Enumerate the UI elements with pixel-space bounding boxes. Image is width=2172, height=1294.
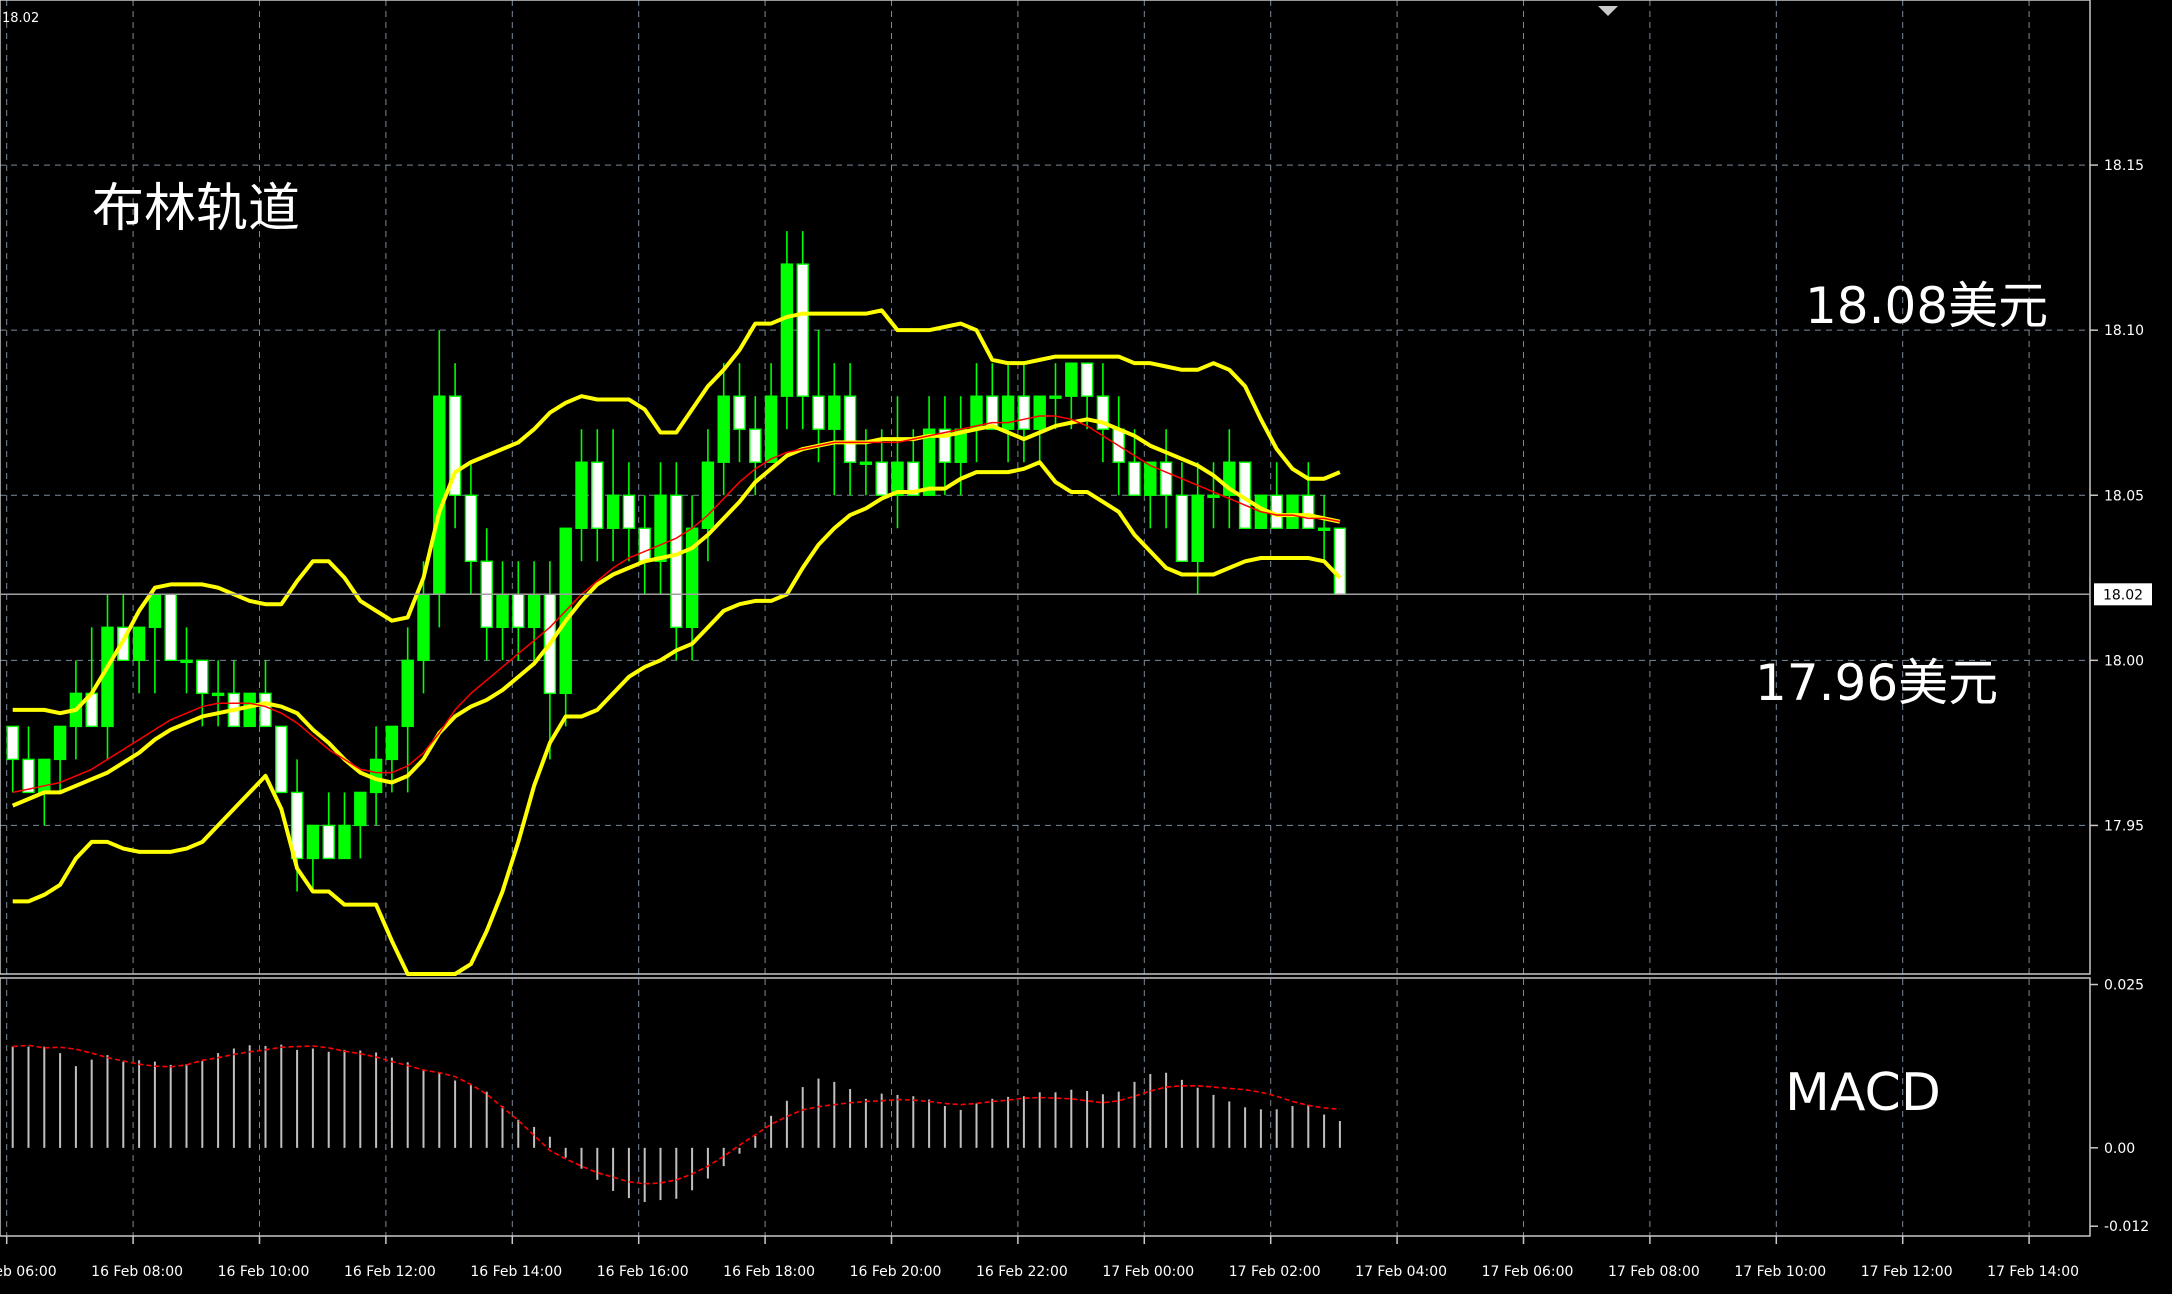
x-tick-label: 16 Feb 12:00 bbox=[344, 1264, 436, 1280]
candle-body bbox=[1317, 527, 1331, 531]
candle-body bbox=[1175, 494, 1189, 562]
candle-body bbox=[512, 593, 525, 629]
candle-body bbox=[1049, 395, 1062, 399]
x-tick-label: 17 Feb 10:00 bbox=[1734, 1264, 1826, 1280]
candle-body bbox=[464, 494, 478, 562]
corner-price-label: 18.02 bbox=[2, 11, 39, 26]
candle-body bbox=[496, 593, 509, 629]
candle-body bbox=[843, 395, 857, 463]
candle-body bbox=[1207, 494, 1220, 498]
candle-body bbox=[243, 692, 256, 728]
macd-tick-label: -0.012 bbox=[2104, 1219, 2149, 1235]
x-tick-label: 16 Feb 16:00 bbox=[597, 1264, 689, 1280]
x-tick-label: 16 Feb 20:00 bbox=[850, 1264, 942, 1280]
y-tick-label: 18.15 bbox=[2104, 158, 2144, 174]
x-tick-label: 16 Feb 06:00 bbox=[0, 1264, 57, 1280]
candle-body bbox=[1302, 494, 1315, 529]
candle-body bbox=[433, 395, 446, 596]
x-tick-label: 16 Feb 08:00 bbox=[91, 1264, 183, 1280]
candle-body bbox=[622, 494, 636, 529]
chart-title: 布林轨道 bbox=[92, 179, 300, 239]
candle-body bbox=[1159, 461, 1173, 496]
candle-body bbox=[1065, 362, 1078, 397]
candle-body bbox=[132, 626, 146, 662]
candle-body bbox=[180, 659, 193, 664]
y-tick-label: 18.05 bbox=[2104, 488, 2144, 504]
candle-body bbox=[527, 593, 541, 629]
candle-body bbox=[733, 395, 746, 430]
candle-body bbox=[196, 659, 209, 695]
candle-body bbox=[1080, 362, 1094, 397]
candle-body bbox=[259, 692, 272, 728]
macd-tick-label: 0.00 bbox=[2104, 1141, 2135, 1157]
candle-body bbox=[591, 461, 604, 529]
candle-body bbox=[859, 461, 873, 465]
candle-body bbox=[1191, 494, 1204, 562]
candle-body bbox=[1001, 395, 1015, 430]
chart: 18.02 18.15 18.10 18.05 18.00 17.95 0.025 0.0… bbox=[0, 0, 2172, 1294]
candle-body bbox=[164, 593, 177, 662]
x-tick-label: 17 Feb 08:00 bbox=[1608, 1264, 1700, 1280]
candle-body bbox=[401, 659, 414, 728]
candle bbox=[275, 725, 288, 794]
candle-body bbox=[606, 494, 620, 529]
candle-body bbox=[38, 758, 51, 794]
upper-band-annotation: 18.08美元 bbox=[1805, 277, 2048, 335]
macd-tick-label: 0.025 bbox=[2104, 978, 2144, 994]
candle-body bbox=[1017, 395, 1031, 430]
candle-body bbox=[306, 824, 320, 860]
y-tick-label: 17.95 bbox=[2104, 818, 2144, 834]
x-tick-label: 16 Feb 14:00 bbox=[470, 1264, 562, 1280]
candle bbox=[164, 593, 177, 662]
candle-body bbox=[1128, 461, 1141, 496]
candle-body bbox=[354, 791, 367, 827]
candle-body bbox=[749, 428, 762, 463]
candle-body bbox=[717, 395, 730, 463]
candle-body bbox=[1286, 494, 1299, 529]
candle-body bbox=[53, 725, 67, 761]
x-tick-label: 16 Feb 18:00 bbox=[723, 1264, 815, 1280]
candle-body bbox=[780, 263, 794, 397]
y-tick-label: 18.00 bbox=[2104, 653, 2144, 669]
candle-body bbox=[22, 758, 35, 794]
candle-body bbox=[970, 395, 983, 430]
x-tick-label: 17 Feb 02:00 bbox=[1229, 1264, 1321, 1280]
x-tick-label: 16 Feb 10:00 bbox=[218, 1264, 310, 1280]
candle-body bbox=[828, 395, 841, 430]
candle bbox=[1333, 527, 1347, 596]
x-tick-label: 17 Feb 14:00 bbox=[1987, 1264, 2079, 1280]
candle-body bbox=[670, 494, 683, 629]
candle-body bbox=[1333, 527, 1347, 596]
candle-body bbox=[385, 725, 399, 761]
candle-body bbox=[922, 428, 936, 496]
x-tick-label: 17 Feb 00:00 bbox=[1102, 1264, 1194, 1280]
candle-body bbox=[764, 395, 778, 463]
candle-body bbox=[211, 692, 225, 697]
candle-body bbox=[148, 593, 162, 629]
candle-body bbox=[812, 395, 825, 430]
candle bbox=[243, 692, 256, 728]
candle-body bbox=[875, 461, 888, 496]
y-tick-label: 18.10 bbox=[2104, 323, 2144, 339]
candle-body bbox=[1033, 395, 1046, 430]
macd-title: MACD bbox=[1785, 1063, 1941, 1123]
candle-body bbox=[6, 725, 19, 761]
candle-body bbox=[654, 494, 667, 562]
candle-body bbox=[575, 461, 588, 529]
candle-body bbox=[322, 824, 335, 860]
x-tick-label: 17 Feb 06:00 bbox=[1482, 1264, 1574, 1280]
candle bbox=[1286, 494, 1299, 529]
candle-body bbox=[417, 593, 430, 662]
current-price-label: 18.02 bbox=[2103, 587, 2143, 603]
candle-body bbox=[638, 527, 651, 562]
x-tick-label: 17 Feb 12:00 bbox=[1861, 1264, 1953, 1280]
candle-body bbox=[275, 725, 288, 794]
x-tick-label: 17 Feb 04:00 bbox=[1355, 1264, 1447, 1280]
lower-band-annotation: 17.96美元 bbox=[1755, 654, 1998, 712]
candle-body bbox=[796, 263, 809, 397]
x-tick-label: 16 Feb 22:00 bbox=[976, 1264, 1068, 1280]
candle-body bbox=[338, 824, 351, 860]
